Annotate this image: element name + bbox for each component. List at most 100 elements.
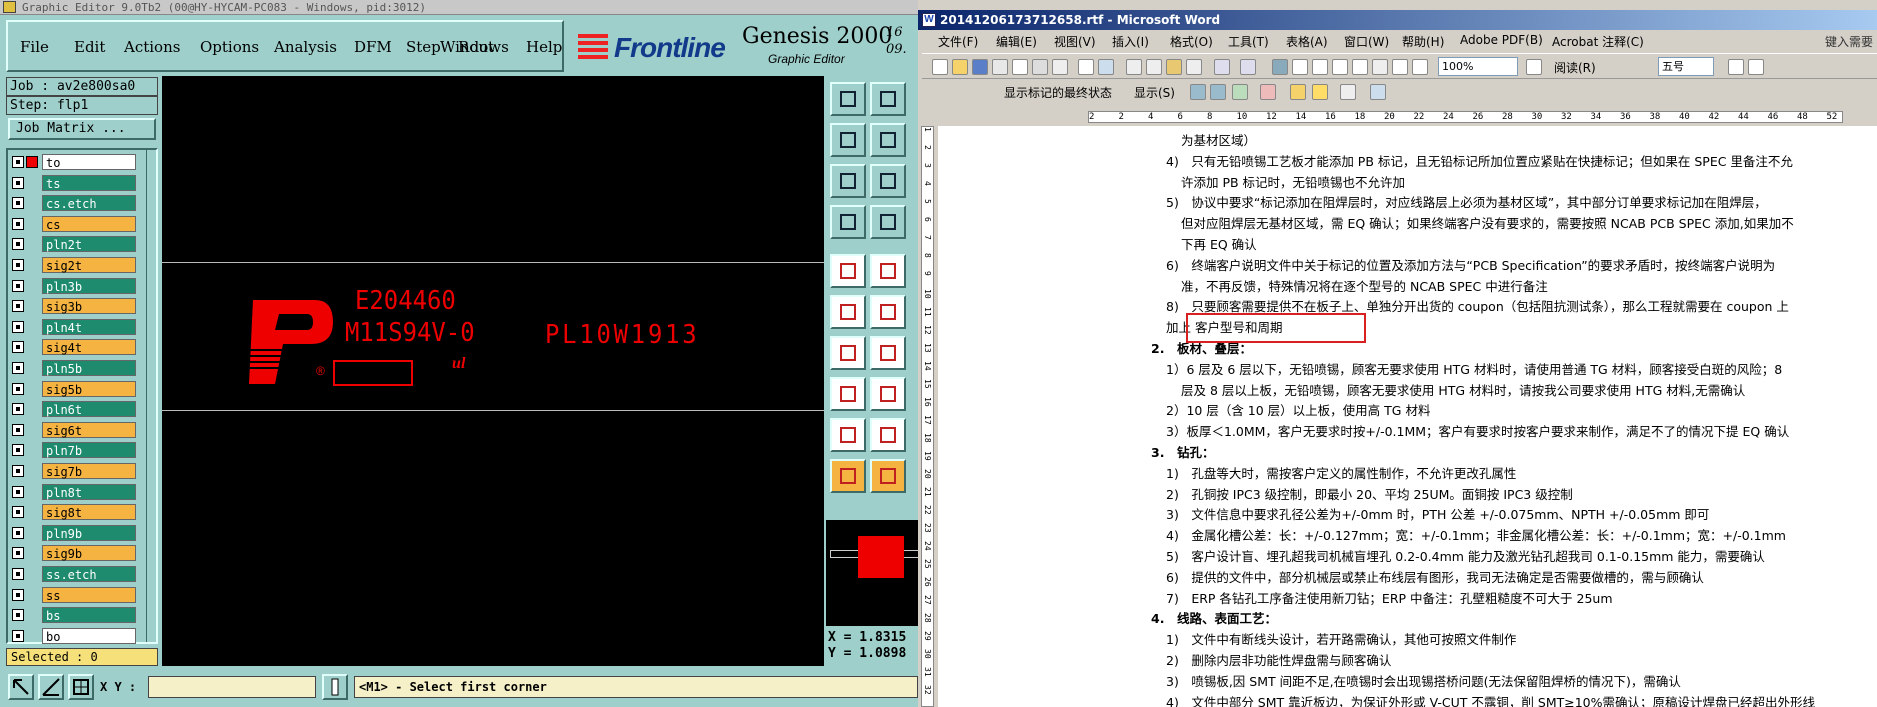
layer-row[interactable]: pln4t xyxy=(12,318,136,335)
layer-checkbox[interactable] xyxy=(12,506,24,519)
insert-table-icon[interactable] xyxy=(1312,59,1328,75)
layer-name[interactable]: sig8t xyxy=(42,504,136,521)
layer-checkbox[interactable] xyxy=(12,588,24,601)
permission-icon[interactable] xyxy=(992,59,1008,75)
w-menu-tools[interactable]: 工具(T) xyxy=(1228,33,1269,50)
open-icon[interactable] xyxy=(952,59,968,75)
layer-name[interactable]: sig3b xyxy=(42,298,136,315)
new-doc-icon[interactable] xyxy=(932,59,948,75)
new-comment-icon[interactable] xyxy=(1290,84,1306,100)
layer-row[interactable]: bs xyxy=(12,607,136,624)
layer-name[interactable]: pln3b xyxy=(42,277,136,294)
job-matrix-button[interactable]: Job Matrix ... xyxy=(8,118,156,140)
font-color-icon[interactable] xyxy=(1728,59,1744,75)
triangle-icon[interactable] xyxy=(830,418,866,452)
next-change-icon[interactable] xyxy=(1210,84,1226,100)
w-menu-file[interactable]: 文件(F) xyxy=(938,33,978,50)
layer-row[interactable]: sig4t xyxy=(12,339,136,356)
layer-name[interactable]: sig2t xyxy=(42,257,136,273)
tables-borders-icon[interactable] xyxy=(1292,59,1308,75)
highlight-icon[interactable] xyxy=(1312,84,1328,100)
layer-name[interactable]: bs xyxy=(42,607,136,624)
ask-question-box[interactable]: 键入需要 xyxy=(1825,33,1873,50)
layer-checkbox[interactable] xyxy=(12,444,24,457)
zoom-home-icon[interactable] xyxy=(870,164,906,198)
menu-file[interactable]: File xyxy=(20,38,49,56)
layer-name[interactable]: bo xyxy=(42,627,136,644)
zoom-window-icon[interactable] xyxy=(870,123,906,157)
arc-icon[interactable] xyxy=(870,336,906,370)
hyperlink-icon[interactable] xyxy=(1272,59,1288,75)
redo-icon[interactable] xyxy=(1240,59,1256,75)
reject-change-icon[interactable] xyxy=(1260,84,1276,100)
surface-icon[interactable] xyxy=(830,377,866,411)
layer-name[interactable]: pln5b xyxy=(42,360,136,376)
email-icon[interactable] xyxy=(1012,59,1028,75)
xy-input[interactable] xyxy=(148,676,316,698)
layer-checkbox[interactable] xyxy=(12,341,24,354)
layer-name[interactable]: sig7b xyxy=(42,463,136,479)
vertical-ruler[interactable]: 1 2 3 4 5 6 7 8 9 10 11 12 13 14 15 16 17 18 19 20 21 22 23 24 2… xyxy=(918,126,936,707)
layer-row[interactable]: sig8t xyxy=(12,504,136,521)
line-icon[interactable] xyxy=(830,336,866,370)
research-icon[interactable] xyxy=(1098,59,1114,75)
layer-row[interactable]: pln3b xyxy=(12,277,136,294)
layer-name[interactable]: pln2t xyxy=(42,236,136,253)
layer-name[interactable]: sig5b xyxy=(42,380,136,397)
save-icon[interactable] xyxy=(972,59,988,75)
layer-scrollbar[interactable] xyxy=(146,150,156,642)
layer-row[interactable]: pln5b xyxy=(12,360,136,376)
layer-checkbox[interactable] xyxy=(12,423,24,436)
layer-row[interactable]: sig6t xyxy=(12,421,136,438)
menu-help[interactable]: Help xyxy=(526,38,562,56)
layer-name[interactable]: ss xyxy=(42,586,136,603)
layer-row[interactable]: bo xyxy=(12,627,136,644)
zoom-prev-icon[interactable] xyxy=(830,123,866,157)
layer-checkbox[interactable] xyxy=(12,526,24,539)
layer-row[interactable]: cs xyxy=(12,215,136,232)
zoom-fit-icon[interactable] xyxy=(830,164,866,198)
layer-checkbox[interactable] xyxy=(12,629,24,642)
menu-step[interactable]: Step xyxy=(406,38,441,56)
spelling-icon[interactable] xyxy=(1078,59,1094,75)
layer-name[interactable]: sig6t xyxy=(42,421,136,438)
menu-windows-label[interactable]: Windows xyxy=(440,38,509,56)
w-menu-window[interactable]: 窗口(W) xyxy=(1344,33,1389,50)
layer-row[interactable]: cs.etch xyxy=(12,195,136,212)
layer-row[interactable]: pln7b xyxy=(12,442,136,459)
layer-row[interactable]: sig9b xyxy=(12,545,136,562)
layer-checkbox[interactable] xyxy=(12,485,24,498)
layer-checkbox[interactable] xyxy=(12,382,24,395)
layer-checkbox[interactable] xyxy=(12,465,24,477)
print-preview-icon[interactable] xyxy=(1052,59,1068,75)
minus-icon[interactable] xyxy=(870,377,906,411)
layer-name[interactable]: pln7b xyxy=(42,442,136,459)
layer-checkbox[interactable] xyxy=(12,156,24,168)
zoom-select[interactable]: 100% xyxy=(1438,57,1518,76)
zoom-out-icon[interactable] xyxy=(870,82,906,116)
layer-checkbox[interactable] xyxy=(12,568,24,580)
w-menu-adobe[interactable]: Adobe PDF(B) xyxy=(1460,33,1543,47)
layer-checkbox[interactable] xyxy=(12,176,24,189)
menu-dfm[interactable]: DFM xyxy=(354,38,392,56)
shape-icon[interactable] xyxy=(870,254,906,288)
layer-checkbox[interactable] xyxy=(12,609,24,622)
layer-checkbox[interactable] xyxy=(12,217,24,230)
layer-name[interactable]: pln8t xyxy=(42,483,136,500)
layer-row[interactable]: sig2t xyxy=(12,257,136,273)
track-changes-icon[interactable] xyxy=(1340,84,1356,100)
via-icon[interactable] xyxy=(830,295,866,329)
grid-icon[interactable] xyxy=(68,674,94,700)
menu-actions[interactable]: Actions xyxy=(124,38,180,56)
layer-row[interactable]: pln6t xyxy=(12,401,136,418)
help-icon[interactable] xyxy=(1526,59,1542,75)
show-button[interactable]: 显示(S) xyxy=(1134,84,1175,101)
w-menu-insert[interactable]: 插入(I) xyxy=(1112,33,1149,50)
layer-row[interactable]: sig3b xyxy=(12,298,136,315)
previous-change-icon[interactable] xyxy=(1190,84,1206,100)
layer-row[interactable]: pln8t xyxy=(12,483,136,500)
menu-analysis[interactable]: Analysis xyxy=(274,38,337,56)
layer-name[interactable]: sig4t xyxy=(42,339,136,356)
layer-checkbox[interactable] xyxy=(12,547,24,560)
layer-checkbox[interactable] xyxy=(12,300,24,313)
